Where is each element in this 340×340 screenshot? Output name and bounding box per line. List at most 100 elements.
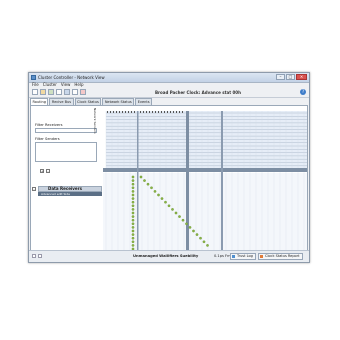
route-dot <box>139 175 143 179</box>
route-dot <box>195 233 199 236</box>
vertical-separator <box>186 111 189 251</box>
vertical-separator-3 <box>137 111 139 251</box>
column-header-mark <box>143 111 144 113</box>
route-dot <box>153 190 157 193</box>
route-dot <box>131 226 135 229</box>
column-header-mark <box>152 111 153 113</box>
filter-receivers-label: Filter Receivers <box>35 123 63 127</box>
status-icon-1 <box>32 254 36 258</box>
route-dot <box>131 215 135 218</box>
tab-events[interactable]: Events <box>135 98 153 105</box>
route-dot <box>185 222 188 226</box>
route-dot <box>131 208 135 211</box>
column-header-mark <box>179 111 180 113</box>
column-header-mark <box>149 111 150 113</box>
clock-status: Broad Pacher Clock: Advance stat 00h <box>155 90 241 95</box>
filter-senders-label: Filter Senders <box>35 137 60 141</box>
stop-button[interactable] <box>80 89 86 95</box>
column-header-mark <box>155 111 156 113</box>
routing-matrix[interactable] <box>103 111 308 252</box>
column-header-mark <box>158 111 159 113</box>
vertical-separator-2 <box>221 111 223 251</box>
route-dot <box>131 186 135 190</box>
settings-button[interactable] <box>72 89 78 95</box>
column-header-mark <box>170 111 171 113</box>
new-button[interactable] <box>32 89 38 95</box>
horizontal-separator <box>103 168 307 172</box>
routing-panel: Filter Receivers Filter Senders Network … <box>30 105 308 252</box>
minimize-button[interactable]: – <box>276 74 285 80</box>
route-dot <box>131 179 135 182</box>
column-header-mark <box>140 111 141 113</box>
status-icon-2 <box>38 254 42 258</box>
column-header-mark <box>125 111 126 113</box>
help-icon[interactable]: ? <box>300 89 306 95</box>
column-header-mark <box>176 111 177 113</box>
route-dot <box>143 179 146 182</box>
tab-recive-bus[interactable]: Recive Bus <box>49 98 74 105</box>
route-dot <box>131 204 135 208</box>
save-button[interactable] <box>48 89 54 95</box>
column-header-mark <box>107 111 108 113</box>
status-text: Unmanaged Wallifiers Suebility <box>133 254 199 258</box>
status-icons <box>32 254 42 258</box>
window-controls: – □ × <box>276 74 307 80</box>
tab-strip: Routing Recive Bus Clock Status Network … <box>30 98 308 105</box>
route-dot <box>131 218 135 222</box>
column-header-mark <box>119 111 120 113</box>
toolbar: Broad Pacher Clock: Advance stat 00h ? <box>29 88 309 98</box>
connect-button[interactable] <box>64 89 70 95</box>
route-dot <box>202 240 206 244</box>
route-dot <box>131 182 135 186</box>
route-dot <box>131 244 135 247</box>
open-button[interactable] <box>40 89 46 95</box>
route-dot <box>160 197 164 200</box>
refresh-button[interactable] <box>56 89 62 95</box>
route-dot <box>199 236 202 240</box>
route-dot <box>174 211 178 215</box>
app-window: Cluster Controller - Network View – □ × … <box>28 72 310 263</box>
route-dot <box>131 197 135 200</box>
column-header-mark <box>131 111 132 113</box>
route-dot <box>171 208 174 211</box>
report-icon <box>260 255 263 258</box>
route-dot <box>192 229 195 233</box>
column-header-mark <box>113 111 114 113</box>
status-bar: Unmanaged Wallifiers Suebility 0.1ps Fms… <box>29 250 309 262</box>
trust-log-button[interactable]: Trust Log <box>230 253 256 260</box>
route-dot <box>131 233 135 236</box>
route-dot <box>150 186 153 190</box>
tree-toggle-button[interactable]: - <box>32 187 36 191</box>
route-dot <box>164 200 167 204</box>
route-dot <box>188 226 192 229</box>
route-dot <box>131 222 135 226</box>
filter-receivers-input[interactable] <box>35 128 97 133</box>
expand-button[interactable]: + <box>40 169 44 173</box>
route-dot <box>167 204 171 208</box>
log-icon <box>232 255 235 258</box>
route-dot <box>157 193 160 197</box>
tab-routing[interactable]: Routing <box>30 98 49 105</box>
column-header-mark <box>167 111 168 113</box>
filter-senders-input[interactable] <box>35 142 97 162</box>
data-receivers-subheader: Advanced edit Side <box>38 192 102 196</box>
tab-clock-status[interactable]: Clock Status <box>74 98 102 105</box>
route-dot <box>131 193 135 197</box>
column-header-mark <box>161 111 162 113</box>
maximize-button[interactable]: □ <box>286 74 295 80</box>
column-header-mark <box>116 111 117 113</box>
column-header-mark <box>110 111 111 113</box>
clock-status-report-button[interactable]: Clock Status Report <box>258 253 303 260</box>
column-header-mark <box>134 111 135 113</box>
column-header-mark <box>146 111 147 113</box>
close-button[interactable]: × <box>296 74 307 80</box>
collapse-button[interactable]: - <box>46 169 50 173</box>
network-senders-label: Network Senders <box>93 108 97 134</box>
route-dot <box>178 215 181 218</box>
column-header-mark <box>128 111 129 113</box>
column-header-mark <box>173 111 174 113</box>
tab-network-status[interactable]: Network Status <box>102 98 135 105</box>
route-dot <box>131 229 135 233</box>
route-dot <box>146 182 150 186</box>
window-title: Cluster Controller - Network View <box>38 75 105 80</box>
